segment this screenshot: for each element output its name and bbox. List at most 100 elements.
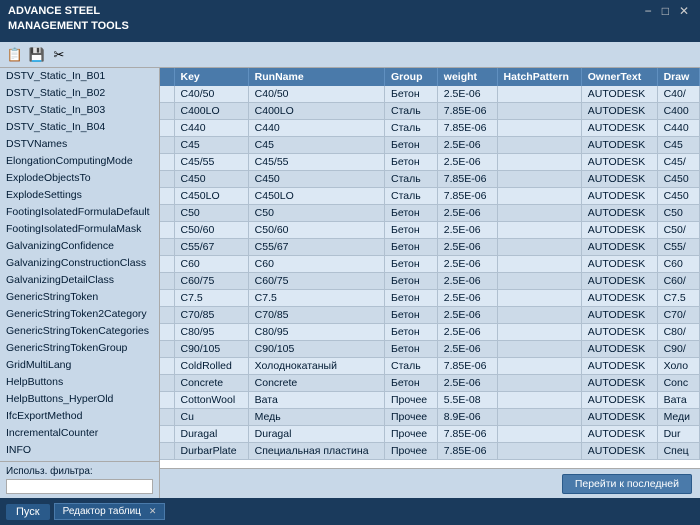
table-row: C45C45Бетон2.5E-06AUTODESKC45	[160, 137, 700, 154]
col-header-7[interactable]: Draw	[657, 68, 699, 86]
cell-17-weight: 2.5E-06	[437, 375, 497, 392]
sidebar-item-9[interactable]: FootingIsolatedFormulaMask	[0, 221, 159, 238]
minimize-button[interactable]: −	[642, 4, 655, 18]
filter-input[interactable]	[6, 479, 153, 494]
cell-10-weight: 2.5E-06	[437, 256, 497, 273]
sidebar-item-11[interactable]: GalvanizingConstructionClass	[0, 255, 159, 272]
toolbar-icon-1[interactable]: 📋	[6, 46, 24, 64]
col-header-0[interactable]	[160, 68, 174, 86]
cell-15-weight: 2.5E-06	[437, 341, 497, 358]
cell-4-runname: C45/55	[248, 154, 384, 171]
cell-15-hatch	[497, 341, 581, 358]
row-marker-6	[160, 188, 174, 205]
sidebar-item-17[interactable]: GridMultiLang	[0, 357, 159, 374]
cell-19-draw: Меди	[657, 409, 699, 426]
col-header-6[interactable]: OwnerText	[581, 68, 657, 86]
row-marker-19	[160, 409, 174, 426]
cell-3-runname: C45	[248, 137, 384, 154]
cell-17-key: Concrete	[174, 375, 248, 392]
table-row: ColdRolledХолоднокатаныйСталь7.85E-06AUT…	[160, 358, 700, 375]
cell-19-hatch	[497, 409, 581, 426]
sidebar-item-8[interactable]: FootingIsolatedFormulaDefault	[0, 204, 159, 221]
sidebar-item-12[interactable]: GalvanizingDetailClass	[0, 272, 159, 289]
cell-16-runname: Холоднокатаный	[248, 358, 384, 375]
table-row: C70/85C70/85Бетон2.5E-06AUTODESKC70/	[160, 307, 700, 324]
sidebar-item-3[interactable]: DSTV_Static_In_B04	[0, 119, 159, 136]
sidebar-list: DSTV_Static_In_B01DSTV_Static_In_B02DSTV…	[0, 68, 159, 461]
app-title: ADVANCE STEEL MANAGEMENT TOOLS	[8, 4, 129, 35]
col-header-4[interactable]: weight	[437, 68, 497, 86]
sidebar: DSTV_Static_In_B01DSTV_Static_In_B02DSTV…	[0, 68, 160, 498]
start-button[interactable]: Пуск	[6, 504, 50, 520]
sidebar-item-1[interactable]: DSTV_Static_In_B02	[0, 85, 159, 102]
taskbar-close-icon-0[interactable]: ✕	[149, 506, 157, 517]
taskbar-item-0[interactable]: Редактор таблиц ✕	[54, 503, 166, 520]
col-header-2[interactable]: RunName	[248, 68, 384, 86]
cell-2-owner: AUTODESK	[581, 120, 657, 137]
cell-11-key: C60/75	[174, 273, 248, 290]
sidebar-item-4[interactable]: DSTVNames	[0, 136, 159, 153]
row-marker-8	[160, 222, 174, 239]
table-row: C55/67C55/67Бетон2.5E-06AUTODESKC55/	[160, 239, 700, 256]
cell-2-runname: C440	[248, 120, 384, 137]
cell-8-key: C50/60	[174, 222, 248, 239]
taskbar-item-label-0: Редактор таблиц	[63, 506, 141, 517]
col-header-5[interactable]: HatchPattern	[497, 68, 581, 86]
restore-button[interactable]: □	[659, 4, 672, 18]
cell-3-weight: 2.5E-06	[437, 137, 497, 154]
cell-12-group: Бетон	[384, 290, 437, 307]
sidebar-item-6[interactable]: ExplodeObjectsTo	[0, 170, 159, 187]
cell-20-group: Прочее	[384, 426, 437, 443]
cell-8-draw: C50/	[657, 222, 699, 239]
table-row: C60C60Бетон2.5E-06AUTODESKC60	[160, 256, 700, 273]
sidebar-item-22[interactable]: INFO	[0, 442, 159, 459]
toolbar: 📋 💾 ✂	[0, 42, 700, 68]
row-marker-9	[160, 239, 174, 256]
cell-13-group: Бетон	[384, 307, 437, 324]
cell-20-hatch	[497, 426, 581, 443]
cell-12-runname: C7.5	[248, 290, 384, 307]
cell-11-owner: AUTODESK	[581, 273, 657, 290]
close-button[interactable]: ✕	[676, 4, 692, 18]
sidebar-item-19[interactable]: HelpButtons_HyperOld	[0, 391, 159, 408]
sidebar-item-13[interactable]: GenericStringToken	[0, 289, 159, 306]
sidebar-item-18[interactable]: HelpButtons	[0, 374, 159, 391]
col-header-3[interactable]: Group	[384, 68, 437, 86]
sidebar-item-10[interactable]: GalvanizingConfidence	[0, 238, 159, 255]
row-marker-16	[160, 358, 174, 375]
col-header-1[interactable]: Key	[174, 68, 248, 86]
cell-6-group: Сталь	[384, 188, 437, 205]
cell-6-draw: C450	[657, 188, 699, 205]
cell-17-owner: AUTODESK	[581, 375, 657, 392]
sidebar-item-14[interactable]: GenericStringToken2Category	[0, 306, 159, 323]
sidebar-item-2[interactable]: DSTV_Static_In_B03	[0, 102, 159, 119]
toolbar-icon-3[interactable]: ✂	[50, 46, 68, 64]
cell-16-owner: AUTODESK	[581, 358, 657, 375]
row-marker-3	[160, 137, 174, 154]
cell-13-owner: AUTODESK	[581, 307, 657, 324]
goto-last-button[interactable]: Перейти к последней	[562, 474, 692, 494]
sidebar-item-5[interactable]: ElongationComputingMode	[0, 153, 159, 170]
sidebar-item-7[interactable]: ExplodeSettings	[0, 187, 159, 204]
cell-1-weight: 7.85E-06	[437, 103, 497, 120]
cell-0-owner: AUTODESK	[581, 86, 657, 103]
sidebar-item-21[interactable]: IncrementalCounter	[0, 425, 159, 442]
cell-13-runname: C70/85	[248, 307, 384, 324]
sidebar-item-0[interactable]: DSTV_Static_In_B01	[0, 68, 159, 85]
cell-12-weight: 2.5E-06	[437, 290, 497, 307]
cell-8-owner: AUTODESK	[581, 222, 657, 239]
toolbar-icon-2[interactable]: 💾	[28, 46, 46, 64]
cell-0-draw: C40/	[657, 86, 699, 103]
cell-21-runname: Специальная пластина	[248, 443, 384, 460]
cell-16-hatch	[497, 358, 581, 375]
cell-19-weight: 8.9E-06	[437, 409, 497, 426]
cell-6-runname: C450LO	[248, 188, 384, 205]
table-row: C60/75C60/75Бетон2.5E-06AUTODESKC60/	[160, 273, 700, 290]
content-area: KeyRunNameGroupweightHatchPatternOwnerTe…	[160, 68, 700, 498]
sidebar-item-16[interactable]: GenericStringTokenGroup	[0, 340, 159, 357]
table-container[interactable]: KeyRunNameGroupweightHatchPatternOwnerTe…	[160, 68, 700, 468]
cell-17-draw: Conc	[657, 375, 699, 392]
sidebar-item-20[interactable]: IfcExportMethod	[0, 408, 159, 425]
cell-16-group: Сталь	[384, 358, 437, 375]
sidebar-item-15[interactable]: GenericStringTokenCategories	[0, 323, 159, 340]
